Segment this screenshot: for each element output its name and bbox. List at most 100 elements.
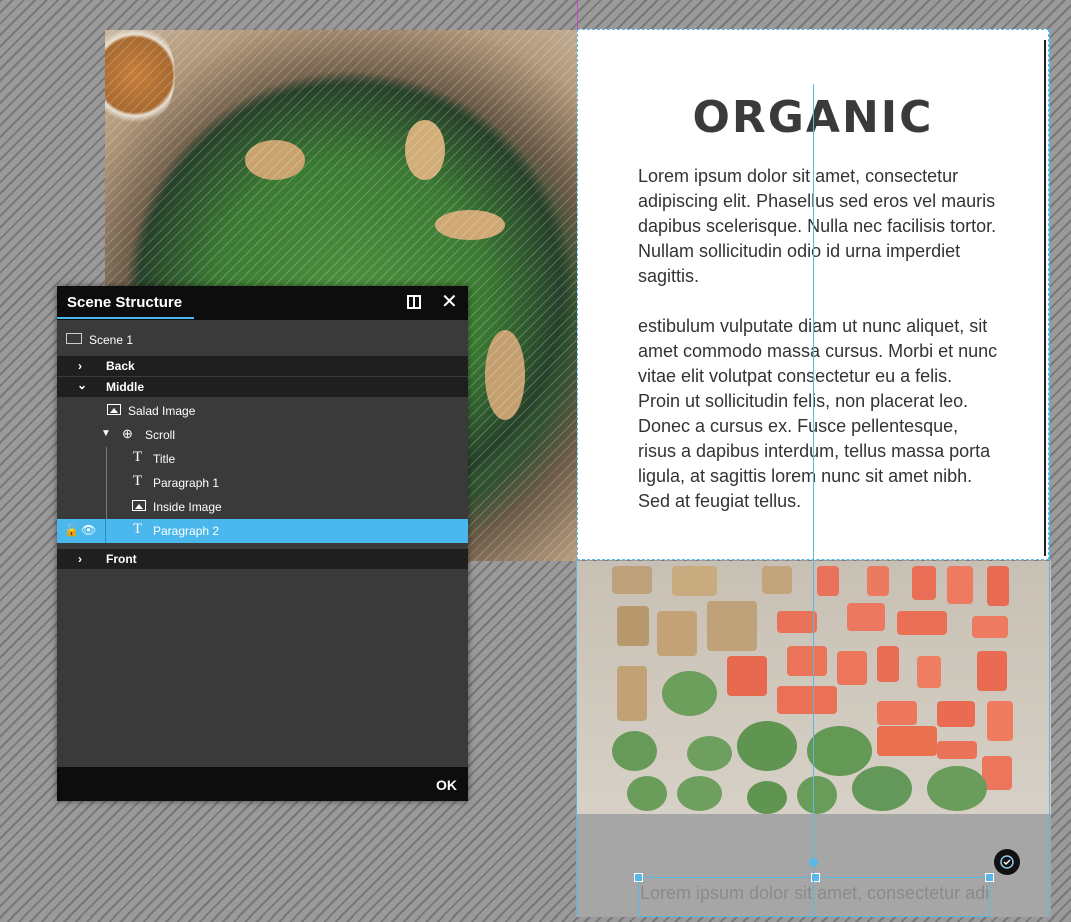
tree-item-label: Front (106, 552, 137, 566)
panel-footer: OK (57, 767, 468, 801)
ok-button[interactable]: OK (436, 777, 457, 793)
tree-item-label: Inside Image (153, 500, 222, 514)
caret-down-icon[interactable]: ▼ (101, 428, 111, 439)
chicken-piece (672, 566, 717, 596)
tree-item-inside-image[interactable]: Inside Image (57, 495, 468, 519)
selection-border-right (1049, 29, 1050, 917)
comment-glyph-icon (1000, 855, 1014, 869)
broccoli (677, 776, 722, 811)
pepper-piece (817, 566, 839, 596)
pepper-piece (977, 651, 1007, 691)
scene-tree: Scene 1 › Back ⌄ Middle Salad Image ▼ ⊕ … (57, 328, 468, 569)
tree-item-scroll[interactable]: ▼ ⊕ Scroll (57, 423, 468, 447)
chevron-down-icon[interactable]: ⌄ (77, 378, 87, 392)
tree-item-label: Back (106, 359, 135, 373)
chicken-piece (245, 140, 305, 180)
paragraph-1[interactable]: Lorem ipsum dolor sit amet, consectetur … (638, 164, 998, 289)
chicken-piece (617, 606, 649, 646)
resize-handle[interactable] (634, 873, 643, 882)
split-view-icon[interactable] (407, 295, 421, 309)
image-icon (107, 404, 121, 415)
pepper-piece (972, 616, 1008, 638)
broccoli (927, 766, 987, 811)
paragraph-2[interactable]: estibulum vulputate diam ut nunc aliquet… (638, 314, 998, 514)
lock-icon[interactable]: 🔓 (64, 523, 79, 537)
tree-item-label: Scene 1 (89, 333, 134, 347)
tree-group-middle[interactable]: ⌄ Middle (57, 377, 468, 397)
pepper-piece (937, 701, 975, 727)
pepper-piece (847, 603, 885, 631)
tree-item-label: Salad Image (128, 404, 196, 418)
broccoli (612, 731, 657, 771)
tree-group-front[interactable]: › Front (57, 549, 468, 569)
broccoli (852, 766, 912, 811)
comment-icon[interactable] (994, 849, 1020, 875)
tree-line (106, 495, 107, 519)
tree-group-back[interactable]: › Back (57, 356, 468, 376)
pepper-piece (877, 701, 917, 725)
pepper-piece (987, 701, 1013, 741)
pepper-piece (777, 611, 817, 633)
pepper-piece (877, 646, 899, 682)
broccoli (797, 776, 837, 814)
chicken-piece (435, 210, 505, 240)
title-underline (57, 317, 194, 319)
pepper-piece (787, 646, 827, 676)
broccoli (662, 671, 717, 716)
image-icon (132, 500, 146, 511)
pepper-piece (867, 566, 889, 596)
pepper-piece (877, 726, 937, 756)
tree-item-label: Title (153, 452, 176, 466)
chicken-piece (405, 120, 445, 180)
tree-line (106, 471, 107, 495)
scroll-icon: ⊕ (122, 426, 133, 441)
chicken-piece (657, 611, 697, 656)
chicken-piece (707, 601, 757, 651)
broccoli (687, 736, 732, 771)
pepper-piece (917, 656, 941, 688)
pepper-piece (947, 566, 973, 604)
inside-image[interactable] (577, 561, 1051, 814)
pepper-piece (897, 611, 947, 635)
broccoli (627, 776, 667, 811)
pink-guide-line (577, 0, 578, 30)
tree-line (106, 447, 107, 471)
pepper-piece (987, 566, 1009, 606)
eye-icon[interactable]: 👁 (81, 523, 96, 537)
pepper-piece (777, 686, 837, 714)
rotation-handle[interactable] (809, 858, 818, 867)
chicken-piece (612, 566, 652, 594)
broccoli (737, 721, 797, 771)
scene-icon (66, 333, 82, 344)
chicken-piece (762, 566, 792, 594)
chicken-piece (485, 330, 525, 420)
text-icon: T (133, 449, 143, 465)
text-icon: T (133, 521, 143, 537)
tree-item-paragraph-1[interactable]: T Paragraph 1 (57, 471, 468, 495)
resize-handle[interactable] (985, 873, 994, 882)
pepper-piece (837, 651, 867, 685)
broccoli (807, 726, 872, 776)
tree-item-label: Scroll (145, 428, 176, 442)
pepper-piece (937, 741, 977, 759)
tree-item-title[interactable]: T Title (57, 447, 468, 471)
sauce-bowl (105, 30, 175, 130)
panel-title: Scene Structure (67, 294, 183, 311)
scene-structure-panel[interactable]: Scene Structure ✕ Scene 1 › Back ⌄ Middl… (57, 286, 468, 801)
center-guide-line (813, 84, 814, 917)
panel-header: Scene Structure ✕ (57, 286, 468, 320)
chevron-right-icon[interactable]: › (78, 359, 82, 373)
row-divider (105, 519, 106, 543)
broccoli (747, 781, 787, 814)
selection-box[interactable] (634, 873, 994, 917)
tree-item-scene[interactable]: Scene 1 (57, 328, 468, 352)
selection-border-left (576, 560, 577, 917)
close-icon[interactable]: ✕ (441, 291, 458, 311)
chevron-right-icon[interactable]: › (78, 552, 82, 566)
tree-item-salad-image[interactable]: Salad Image (57, 399, 468, 423)
tree-item-paragraph-2[interactable]: 🔓 👁 T Paragraph 2 (57, 519, 468, 543)
tree-item-label: Middle (106, 380, 144, 394)
chicken-piece (617, 666, 647, 721)
text-icon: T (133, 473, 143, 489)
tree-item-label: Paragraph 1 (153, 476, 220, 490)
